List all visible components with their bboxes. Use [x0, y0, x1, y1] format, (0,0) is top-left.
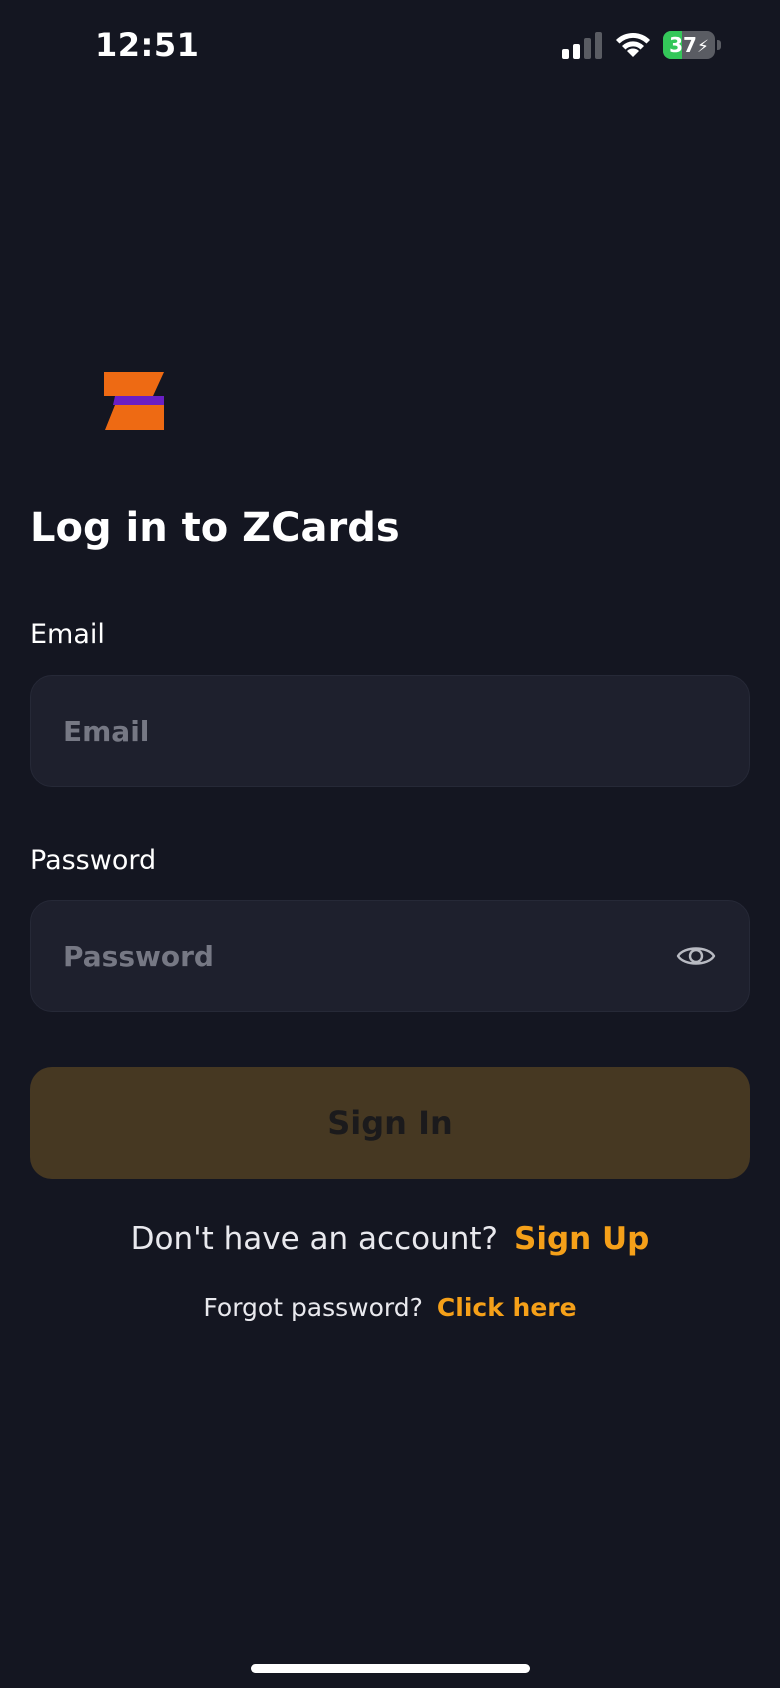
password-label: Password: [30, 845, 157, 876]
charging-bolt-icon: ⚡: [696, 37, 709, 57]
email-field-container[interactable]: [30, 675, 750, 787]
eye-icon[interactable]: [676, 943, 716, 969]
status-bar: 12:51 37⚡: [0, 0, 780, 96]
battery-percentage: 37⚡: [669, 33, 709, 57]
battery-cap: [717, 40, 721, 50]
wifi-icon: [616, 32, 650, 57]
forgot-password-link[interactable]: Click here: [437, 1293, 577, 1322]
page-title: Log in to ZCards: [30, 505, 400, 551]
battery-body: 37⚡: [663, 31, 715, 59]
forgot-password-row: Forgot password? Click here: [0, 1293, 780, 1322]
forgot-password-prompt: Forgot password?: [203, 1293, 423, 1322]
email-input[interactable]: [63, 676, 663, 786]
email-label: Email: [30, 619, 105, 650]
password-field-container[interactable]: [30, 900, 750, 1012]
sign-in-button[interactable]: Sign In: [30, 1067, 750, 1179]
zcards-logo: [104, 372, 164, 430]
signup-row: Don't have an account? Sign Up: [0, 1221, 780, 1257]
battery-indicator: 37⚡: [663, 31, 721, 59]
signup-prompt: Don't have an account?: [130, 1221, 498, 1257]
status-time: 12:51: [95, 26, 200, 64]
home-indicator[interactable]: [251, 1664, 530, 1673]
cellular-signal-icon: [562, 32, 602, 59]
password-input[interactable]: [63, 901, 663, 1011]
sign-up-link[interactable]: Sign Up: [514, 1221, 649, 1257]
